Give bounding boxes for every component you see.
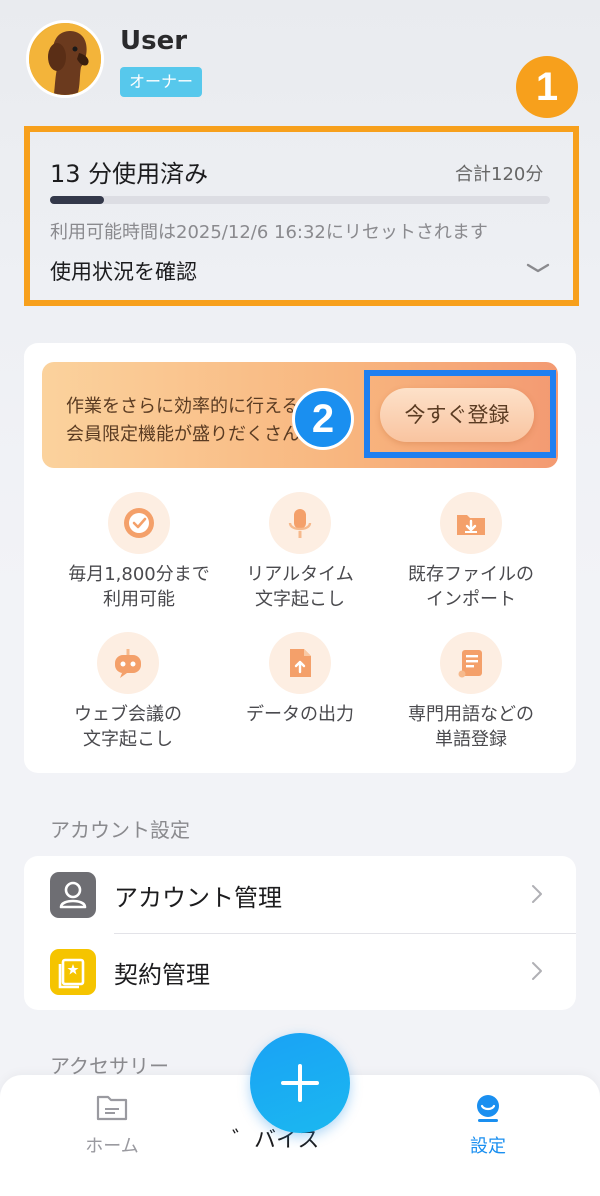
add-button[interactable] (250, 1033, 350, 1133)
folder-import-icon (440, 492, 502, 554)
usage-progress-fill (50, 196, 104, 204)
contract-management-row[interactable] (24, 933, 576, 1010)
contract-management-label: 契約管理 (114, 961, 210, 989)
role-badge: オーナー (120, 67, 203, 97)
contract-icon (50, 949, 96, 995)
folder-icon (96, 1095, 128, 1121)
step-marker-2: 2 (292, 388, 354, 450)
feature-label-line2: 単語登録 (435, 729, 507, 750)
plus-icon (281, 1064, 319, 1102)
check-usage-link[interactable]: 使用状況を確認 (50, 256, 197, 286)
scroll-icon (440, 632, 502, 694)
usage-progress-bar (50, 196, 550, 204)
tab-home[interactable]: ホーム (80, 1092, 144, 1168)
feature-label-line1: データの出力 (246, 704, 354, 725)
chevron-down-icon[interactable] (524, 256, 552, 280)
user-name: User (120, 26, 188, 56)
chevron-right-icon (532, 885, 542, 903)
feature-label-line2: 文字起こし (83, 729, 173, 750)
file-export-icon (269, 632, 331, 694)
feature-import: 既存ファイルの インポート (376, 492, 566, 612)
robot-icon (97, 632, 159, 694)
promo-line-1: 作業をさらに効率的に行える (66, 396, 300, 417)
usage-used-text: 13 分使用済み (50, 160, 209, 188)
feature-export: データの出力 (205, 632, 395, 727)
avatar[interactable] (26, 20, 104, 98)
step-marker-1: 1 (516, 56, 578, 118)
tab-home-label: ホーム (85, 1136, 139, 1157)
feature-label-line1: 専門用語などの (408, 704, 534, 725)
profile-smile-icon (477, 1095, 499, 1122)
promo-line-2: 会員限定機能が盛りだくさん (66, 424, 300, 445)
account-section-title: アカウント設定 (50, 818, 190, 842)
feature-label-line2: 文字起こし (255, 589, 345, 610)
person-icon (50, 872, 96, 918)
chevron-right-icon (532, 962, 542, 980)
account-management-row[interactable] (24, 856, 576, 933)
feature-web-meeting: ウェブ会議の 文字起こし (33, 632, 223, 752)
clock-icon (108, 492, 170, 554)
feature-label-line1: 既存ファイルの (408, 564, 534, 585)
feature-realtime: リアルタイム 文字起こし (205, 492, 395, 612)
tab-settings[interactable]: 設定 (456, 1092, 520, 1168)
account-management-label: アカウント管理 (114, 884, 282, 912)
feature-label-line2: インポート (426, 589, 516, 610)
usage-total-text: 合計120分 (455, 164, 544, 185)
feature-label-line1: リアルタイム (246, 564, 354, 585)
tab-settings-label: 設定 (470, 1136, 506, 1157)
microphone-icon (269, 492, 331, 554)
feature-dictionary: 専門用語などの 単語登録 (376, 632, 566, 752)
register-highlight-box (364, 370, 556, 458)
feature-label-line1: ウェブ会議の (74, 704, 182, 725)
reset-info-text: 利用可能時間は2025/12/6 16:32にリセットされます (50, 222, 488, 243)
